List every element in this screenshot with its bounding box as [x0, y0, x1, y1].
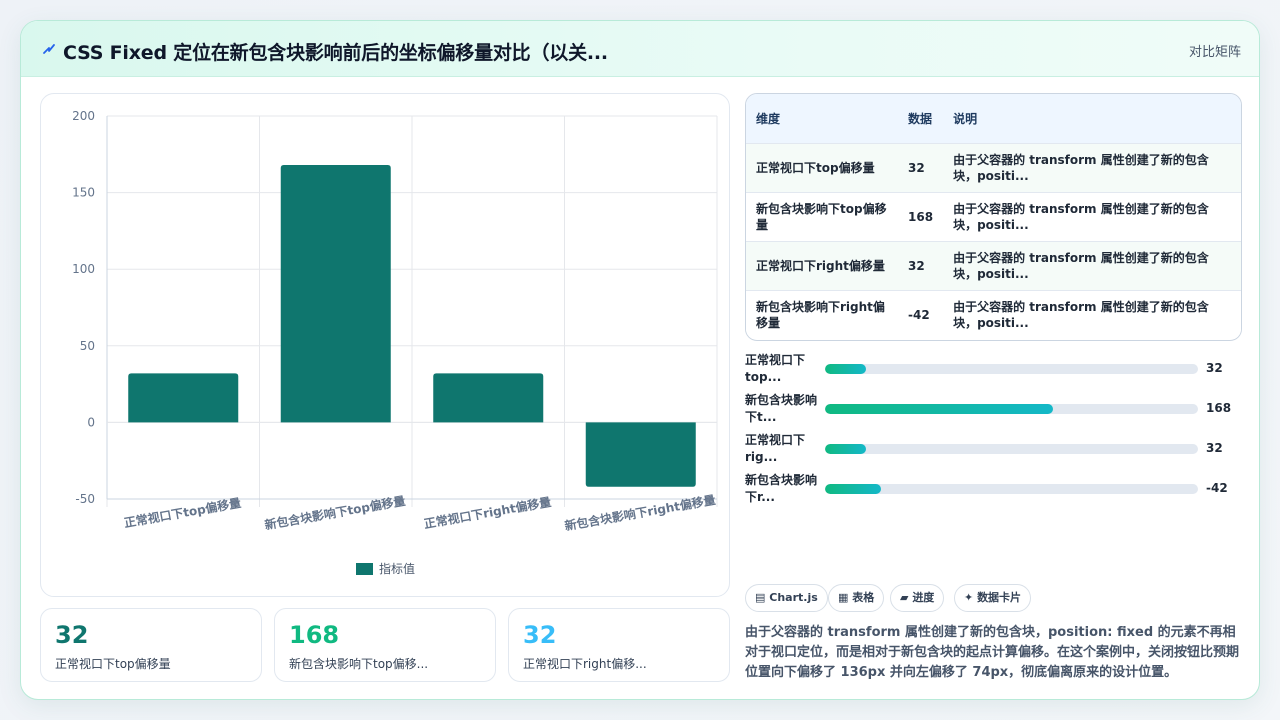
- table-cell: -42: [898, 289, 944, 339]
- table-cell: 168: [898, 191, 944, 241]
- page-title: CSS Fixed 定位在新包含块影响前后的坐标偏移量对比（以关...: [63, 42, 608, 64]
- chip-progress[interactable]: ▰ 进度: [890, 584, 945, 612]
- table-icon: ▦: [838, 591, 849, 604]
- table-header: 数据: [908, 111, 933, 126]
- progress-track: [825, 444, 1198, 454]
- table-cell: 由于父容器的 transform 属性创建了新的包含块，positi...: [943, 240, 1241, 290]
- table-row: 新包含块影响下right偏移量 -42 由于父容器的 transform 属性创…: [746, 289, 1241, 339]
- legend-label: 指标值: [379, 561, 415, 576]
- kpi-card: 168 新包含块影响下top偏移...: [274, 608, 496, 682]
- table-cell: 由于父容器的 transform 属性创建了新的包含块，positi...: [943, 142, 1241, 192]
- progress-track: [825, 404, 1198, 414]
- progress-value: -42: [1206, 481, 1228, 495]
- y-tick-label: 150: [72, 186, 95, 200]
- y-tick-label: 100: [72, 262, 95, 276]
- chart-icon: ▤: [755, 591, 766, 604]
- table-cell: 新包含块影响下top偏移量: [746, 191, 898, 241]
- chip-chartjs[interactable]: ▤ Chart.js: [745, 584, 828, 612]
- table-cell: 32: [898, 142, 944, 192]
- table-header-row: 维度 数据 说明: [746, 94, 1241, 143]
- table-cell: 由于父容器的 transform 属性创建了新的包含块，positi...: [943, 191, 1241, 241]
- progress-label: 新包含块影响下t...: [745, 393, 818, 424]
- table-row: 正常视口下top偏移量 32 由于父容器的 transform 属性创建了新的包…: [746, 142, 1241, 192]
- kpi-card: 32 正常视口下top偏移量: [40, 608, 262, 682]
- lightning-icon: [43, 44, 55, 54]
- progress-value: 32: [1206, 441, 1223, 455]
- progress-fill: [825, 364, 867, 374]
- y-tick-label: -50: [75, 492, 95, 506]
- progress-label: 正常视口下top...: [745, 353, 806, 384]
- bar: [585, 422, 696, 487]
- kpi-value: 168: [289, 621, 340, 649]
- table-row: 新包含块影响下top偏移量 168 由于父容器的 transform 属性创建了…: [746, 191, 1241, 241]
- progress-icon: ▰: [900, 591, 909, 604]
- chart-panel: 200 150 100 50 0 -50 正常视口下top偏移量 新包含块影响下top偏移量正…: [40, 93, 730, 597]
- progress-row: 新包含块影响下t... 168: [745, 392, 1245, 426]
- table-cell: 正常视口下top偏移量: [746, 142, 898, 192]
- kpi-card: 32 正常视口下right偏移...: [508, 608, 730, 682]
- chip-table[interactable]: ▦ 表格: [828, 584, 885, 612]
- legend-swatch: [356, 563, 373, 575]
- bar-chart: 200150100500-50 正常视口下top偏移量 新包含块影响下top偏移量正…: [72, 109, 718, 576]
- table-header: 说明: [953, 111, 978, 126]
- table-cell: 正常视口下right偏移量: [746, 240, 898, 290]
- bar: [433, 373, 544, 423]
- chip-data-card[interactable]: ✦ 数据卡片: [954, 584, 1032, 612]
- kpi-label: 正常视口下top偏移量: [55, 657, 171, 671]
- progress-row: 正常视口下top... 32: [745, 352, 1245, 386]
- table-row: 正常视口下right偏移量 32 由于父容器的 transform 属性创建了新…: [746, 240, 1241, 290]
- view-mode-label[interactable]: 对比矩阵: [1189, 41, 1241, 60]
- progress-row: 正常视口下rig... 32: [745, 432, 1245, 466]
- table-cell: 32: [898, 240, 944, 290]
- header: CSS Fixed 定位在新包含块影响前后的坐标偏移量对比（以关... 对比矩阵: [21, 21, 1259, 77]
- progress-row: 新包含块影响下r... -42: [745, 472, 1245, 506]
- progress-fill: [825, 484, 881, 494]
- x-tick-label: 正常视口下right偏移量: [423, 494, 553, 531]
- progress-fill: [825, 404, 1053, 414]
- sparkle-icon: ✦: [964, 591, 974, 604]
- table-cell: 由于父容器的 transform 属性创建了新的包含块，positi...: [943, 289, 1241, 339]
- dashboard-card: CSS Fixed 定位在新包含块影响前后的坐标偏移量对比（以关... 对比矩阵…: [20, 20, 1260, 700]
- y-tick-label: 200: [72, 109, 95, 123]
- table-cell: 新包含块影响下right偏移量: [746, 289, 898, 339]
- bar: [128, 373, 239, 423]
- progress-fill: [825, 444, 867, 454]
- x-tick-label: 正常视口下top偏移量: [123, 495, 242, 530]
- table-header: 维度: [756, 111, 781, 126]
- kpi-label: 正常视口下right偏移...: [523, 657, 647, 671]
- y-tick-label: 50: [80, 339, 95, 353]
- progress-label: 正常视口下rig...: [745, 433, 806, 464]
- progress-track: [825, 364, 1198, 374]
- progress-label: 新包含块影响下r...: [745, 473, 818, 504]
- kpi-value: 32: [55, 621, 89, 649]
- progress-value: 32: [1206, 361, 1223, 375]
- kpi-value: 32: [523, 621, 557, 649]
- bar: [280, 165, 391, 423]
- progress-track: [825, 484, 1198, 494]
- y-tick-label: 0: [87, 415, 95, 429]
- data-table: 维度 数据 说明 正常视口下top偏移量 32 由于父容器的 transform…: [745, 93, 1242, 341]
- summary-text: 由于父容器的 transform 属性创建了新的包含块，position: fi…: [745, 625, 1240, 680]
- kpi-label: 新包含块影响下top偏移...: [289, 657, 429, 671]
- x-tick-label: 新包含块影响下right偏移量: [563, 492, 716, 533]
- progress-value: 168: [1206, 401, 1232, 415]
